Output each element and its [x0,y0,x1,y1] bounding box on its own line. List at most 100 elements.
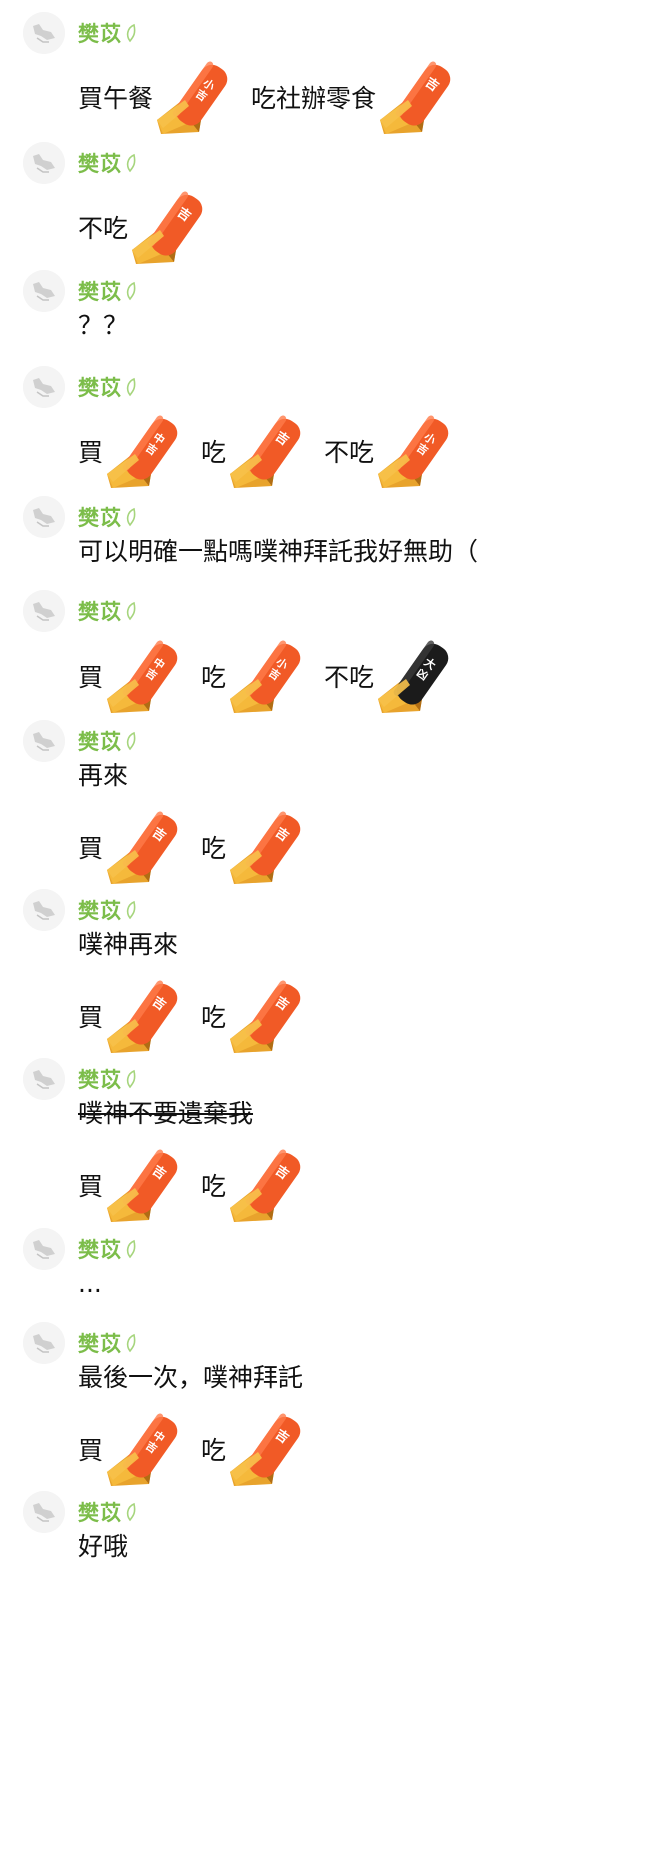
message-text: 好哦 [78,1531,129,1561]
fortune-stick-icon: 吉 [130,190,212,266]
fortune-stick-icon: 大凶 [376,639,458,715]
message-segment: 再來 [78,763,128,788]
leaf-icon [126,377,136,397]
message-line: ？？ [78,310,128,340]
fortune-stick-icon: 中吉 [105,414,187,490]
avatar[interactable] [23,1322,65,1364]
message-text: 最後一次，噗神拜託 [78,1362,304,1392]
message-text: 吃社辦零食 [251,83,377,113]
avatar[interactable] [23,720,65,762]
message-segment: 吃吉 [201,1412,324,1488]
message-line: 買吉吃吉 [78,979,324,1055]
fortune-stick-icon: 小吉 [376,414,458,490]
message-segment: 不吃 小吉 [324,414,472,490]
fortune-stick-icon: 吉 [378,60,460,136]
leaf-icon [126,153,136,173]
message-line: 買午餐 小吉 吃社辦零食吉 [78,60,474,136]
sender-name[interactable]: 樊苡 [78,596,122,626]
message-text: ... [78,1268,102,1298]
sender-name[interactable]: 樊苡 [78,18,122,48]
message-segment: 買中吉 [78,414,201,490]
message-text: 吃 [201,1435,227,1465]
leaf-icon [126,507,136,527]
message-text: 買 [78,833,104,863]
leaf-icon [126,23,136,43]
message-text: 買午餐 [78,83,154,113]
fortune-stick-icon: 小吉 [228,639,310,715]
message-line: 不吃吉 [78,190,226,266]
fortune-stick-icon: 中吉 [105,639,187,715]
message-text: 吃 [201,1171,227,1201]
avatar[interactable] [23,270,65,312]
sender-row: 樊苡 [78,1499,138,1525]
avatar[interactable] [23,142,65,184]
sender-name[interactable]: 樊苡 [78,726,122,756]
avatar[interactable] [23,1491,65,1533]
message-segment: 噗神再來 [78,932,178,957]
sender-name[interactable]: 樊苡 [78,1497,122,1527]
sender-name[interactable]: 樊苡 [78,502,122,532]
message-text: 吃 [201,1002,227,1032]
message-text: 不吃 [324,437,375,467]
message-segment: 吃吉 [201,414,324,490]
message-segment: 吃吉 [201,810,324,886]
message-segment: 買吉 [78,979,201,1055]
avatar[interactable] [23,12,65,54]
sender-name[interactable]: 樊苡 [78,1064,122,1094]
message-line: 再來 [78,760,128,790]
sender-row: 樊苡 [78,1236,138,1262]
fortune-stick-icon: 吉 [228,1412,310,1488]
sender-name[interactable]: 樊苡 [78,1234,122,1264]
sender-name[interactable]: 樊苡 [78,372,122,402]
sender-name[interactable]: 樊苡 [78,148,122,178]
message-text: 不吃 [324,662,375,692]
message-line: 買吉吃吉 [78,810,324,886]
leaf-icon [126,1333,136,1353]
message-line: 好哦 [78,1531,128,1561]
message-text: ？？ [78,310,129,340]
message-text: 買 [78,1171,104,1201]
leaf-icon [126,1502,136,1522]
avatar[interactable] [23,496,65,538]
sender-row: 樊苡 [78,278,138,304]
message-segment: 買吉 [78,1148,201,1224]
message-line: 買中吉吃吉不吃 小吉 [78,414,472,490]
message-line: ... [78,1268,102,1298]
sender-row: 樊苡 [78,728,138,754]
sender-name[interactable]: 樊苡 [78,1328,122,1358]
avatar[interactable] [23,1058,65,1100]
sender-name[interactable]: 樊苡 [78,276,122,306]
message-segment: 吃吉 [201,1148,324,1224]
avatar[interactable] [23,889,65,931]
fortune-stick-icon: 吉 [228,810,310,886]
leaf-icon [126,731,136,751]
message-line: 噗神不要遺棄我 [78,1098,253,1128]
message-text: 買 [78,1435,104,1465]
sender-row: 樊苡 [78,150,138,176]
message-segment: 買吉 [78,810,201,886]
message-segment: 好哦 [78,1534,128,1559]
sender-row: 樊苡 [78,598,138,624]
avatar[interactable] [23,1228,65,1270]
leaf-icon [126,281,136,301]
sender-name[interactable]: 樊苡 [78,895,122,925]
message-line: 最後一次，噗神拜託 [78,1362,303,1392]
sender-row: 樊苡 [78,897,138,923]
sender-row: 樊苡 [78,504,138,530]
message-text: 吃 [201,662,227,692]
message-segment: ？？ [78,313,128,338]
message-line: 可以明確一點嗎噗神拜託我好無助（ [78,536,478,566]
message-segment: 吃小吉 [201,639,324,715]
message-segment: 買午餐 小吉 [78,60,251,136]
fortune-stick-icon: 吉 [105,1148,187,1224]
message-text: 不吃 [78,213,129,243]
message-segment: 吃吉 [201,979,324,1055]
message-text: 買 [78,662,104,692]
message-text: 噗神再來 [78,929,179,959]
avatar[interactable] [23,366,65,408]
fortune-stick-icon: 中吉 [105,1412,187,1488]
avatar[interactable] [23,590,65,632]
fortune-stick-icon: 小吉 [155,60,237,136]
message-segment: 買中吉 [78,639,201,715]
fortune-stick-icon: 吉 [228,979,310,1055]
